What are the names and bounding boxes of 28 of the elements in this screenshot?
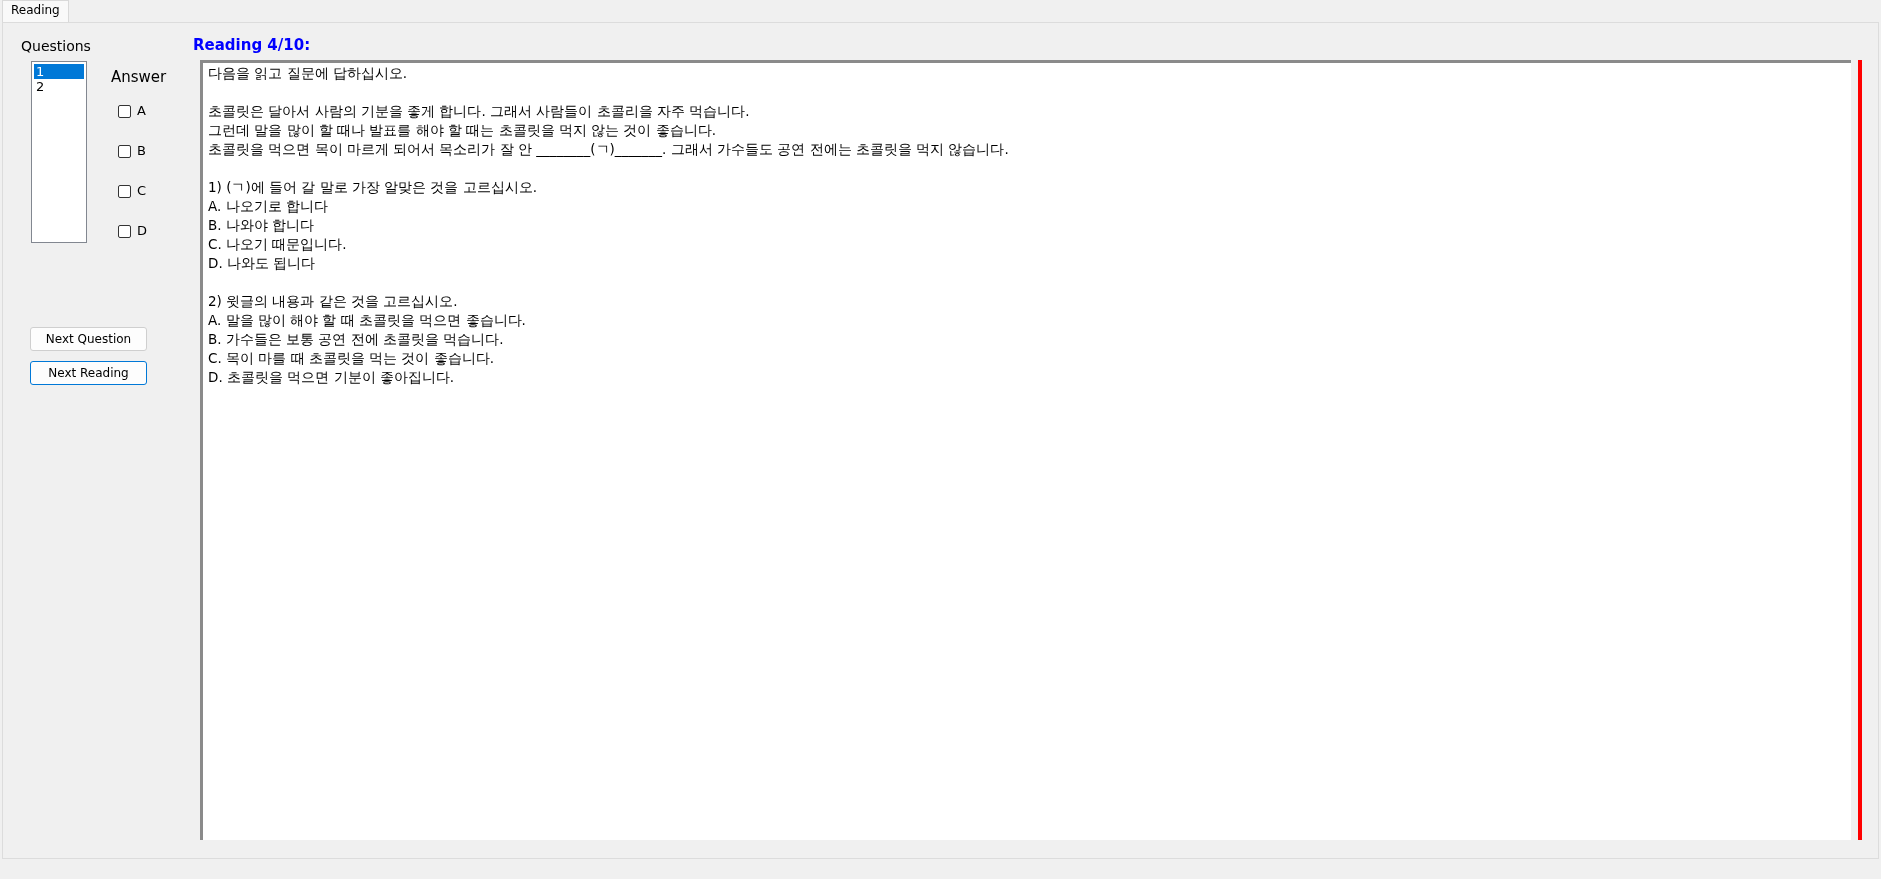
answer-label: Answer <box>111 67 167 87</box>
reading-title: Reading 4/10: <box>193 36 312 54</box>
passage-line: 2) 윗글의 내용과 같은 것을 고르십시오. <box>208 292 459 311</box>
passage-line: 초콜릿을 먹으면 목이 마르게 되어서 목소리가 잘 안 ________(ㄱ)_______. 그래서 가수들도 공연 전에는 초콜릿을 먹지 않습니다. <box>208 140 1010 159</box>
passage-line: A. 나오기로 합니다 <box>208 197 329 216</box>
questions-label: Questions <box>21 37 92 55</box>
next-question-button[interactable]: Next Question <box>30 327 147 351</box>
passage-line: D. 나와도 됩니다 <box>208 254 317 273</box>
next-reading-button[interactable]: Next Reading <box>30 361 147 385</box>
question-list-item[interactable]: 1 <box>34 64 84 79</box>
passage-line: B. 나와야 합니다 <box>208 216 316 235</box>
passage-line: C. 나오기 때문입니다. <box>208 235 348 254</box>
reading-text-area[interactable] <box>200 60 1851 840</box>
answer-checkbox[interactable]: C <box>118 181 167 201</box>
question-list-item[interactable]: 2 <box>34 79 84 94</box>
passage-line: 그런데 말을 많이 할 때나 발표를 해야 할 때는 초콜릿을 먹지 않는 것이 좋습니다. <box>208 121 718 140</box>
answer-checkbox[interactable]: B <box>118 141 167 161</box>
passage-line: A. 말을 많이 해야 할 때 초콜릿을 먹으면 좋습니다. <box>208 311 527 330</box>
passage-line: 1) (ㄱ)에 들어 갈 말로 가장 알맞은 것을 고르십시오. <box>208 178 538 197</box>
passage-line: 다음을 읽고 질문에 답하십시오. <box>208 64 409 83</box>
passage-line: B. 가수들은 보통 공연 전에 초콜릿을 먹습니다. <box>208 330 505 349</box>
passage-line: D. 초콜릿을 먹으면 기분이 좋아집니다. <box>208 368 456 387</box>
answer-checkbox[interactable]: A <box>118 101 167 121</box>
passage-line: 초콜릿은 달아서 사람의 기분을 좋게 합니다. 그래서 사람들이 초콜리을 자주 먹습니다. <box>208 102 751 121</box>
passage-line: C. 목이 마를 때 초콜릿을 먹는 것이 좋습니다. <box>208 349 496 368</box>
answer-checkbox[interactable]: D <box>118 221 167 241</box>
tab[interactable]: Reading <box>2 0 69 22</box>
question-list[interactable]: 1 2 <box>31 61 87 243</box>
